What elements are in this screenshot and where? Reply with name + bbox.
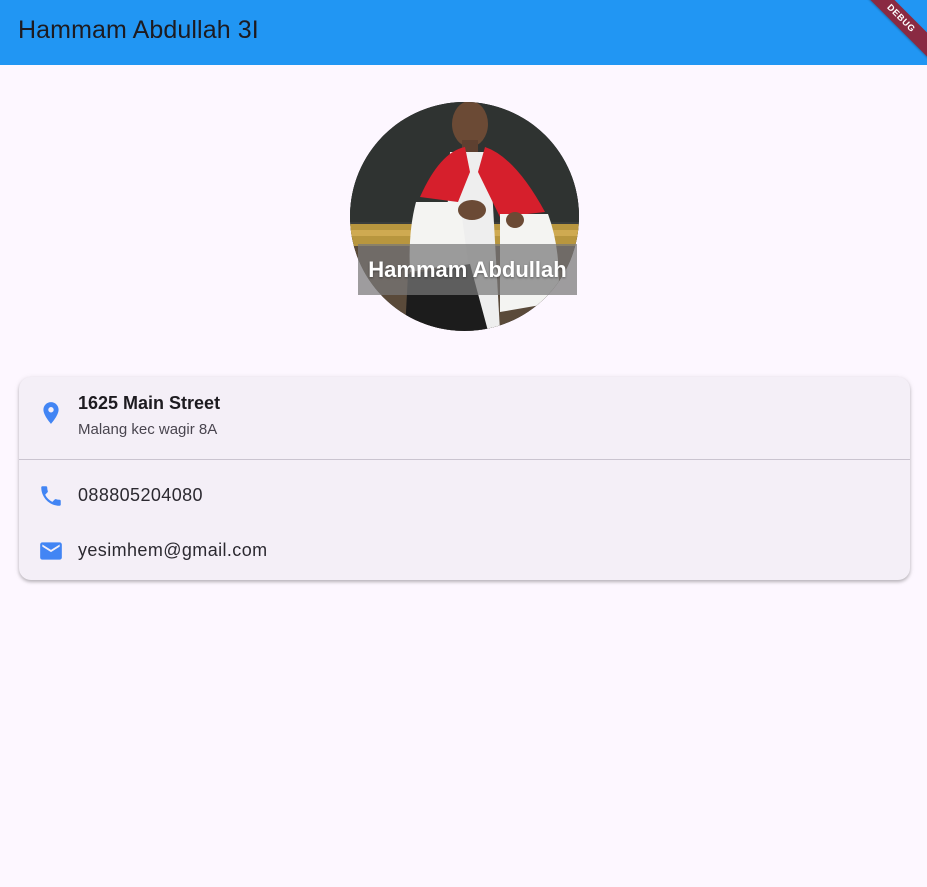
mail-icon <box>40 542 62 560</box>
app-bar-title: Hammam Abdullah 3I <box>18 16 259 44</box>
phone-tile[interactable]: 088805204080 <box>19 477 910 517</box>
debug-banner: DEBUG <box>852 0 927 65</box>
location-pin-icon <box>43 402 59 424</box>
divider <box>19 459 910 460</box>
address-detail: Malang kec wagir 8A <box>78 421 218 438</box>
phone-number: 088805204080 <box>78 485 203 505</box>
address-tile[interactable]: 1625 Main Street Malang kec wagir 8A <box>19 377 910 459</box>
avatar-name-caption: Hammam Abdullah <box>358 244 577 295</box>
address-street: 1625 Main Street <box>78 393 221 413</box>
avatar-photo-image <box>350 102 579 331</box>
profile-avatar: Hammam Abdullah <box>350 102 579 331</box>
contact-card: 1625 Main Street Malang kec wagir 8A 088… <box>19 377 910 580</box>
app-bar: Hammam Abdullah 3I DEBUG <box>0 0 927 65</box>
email-address: yesimhem@gmail.com <box>78 540 268 560</box>
phone-icon <box>41 486 61 506</box>
email-tile[interactable]: yesimhem@gmail.com <box>19 532 910 572</box>
avatar-photo <box>350 102 579 331</box>
